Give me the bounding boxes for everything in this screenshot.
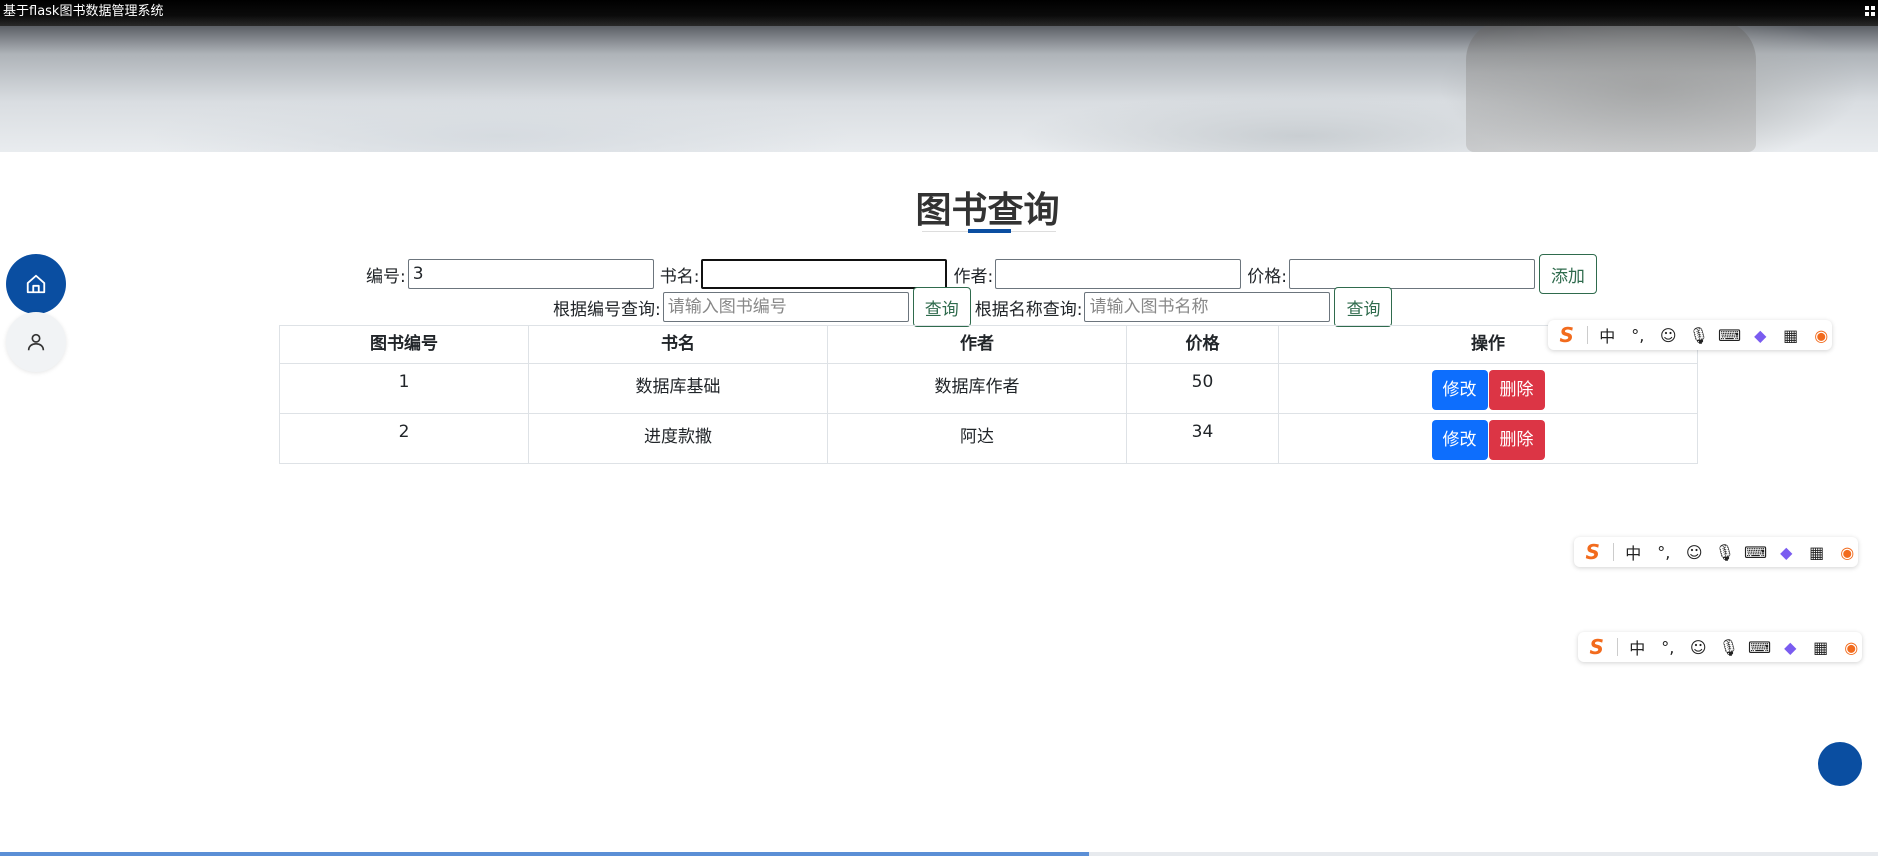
cell-name: 数据库基础 <box>528 363 828 414</box>
cell-actions: 修改 删除 <box>1278 413 1698 464</box>
search-name-button[interactable]: 查询 <box>1334 287 1393 327</box>
keyboard-icon[interactable]: ⌨ <box>1718 326 1741 345</box>
home-icon <box>26 274 46 294</box>
hero-figure-image <box>1466 26 1756 152</box>
page-viewport: 图书查询 编号: 书名: 作者: 价格: 添加 根据编号查询: 查询 根据名称查… <box>0 26 1878 856</box>
keyboard-icon[interactable]: ⌨ <box>1748 638 1771 657</box>
ime-toolbar[interactable]: S 中 °, ☺ 🎙 ⌨ ◆ ▦ ◉ <box>1548 320 1832 350</box>
window-titlebar: 基于flask图书数据管理系统 <box>0 0 1878 26</box>
header-id: 图书编号 <box>279 325 529 364</box>
header-name: 书名 <box>528 325 828 364</box>
ime-toolbar[interactable]: S 中 °, ☺ 🎙 ⌨ ◆ ▦ ◉ <box>1574 537 1858 567</box>
cell-author: 数据库作者 <box>827 363 1127 414</box>
user-button[interactable] <box>6 312 66 372</box>
delete-button[interactable]: 删除 <box>1488 420 1545 460</box>
search-form: 根据编号查询: 查询 根据名称查询: 查询 <box>553 287 1393 327</box>
table-header-row: 图书编号 书名 作者 价格 操作 <box>279 325 1698 364</box>
sogou-logo-icon: S <box>1589 635 1604 659</box>
ime-toolbar[interactable]: S 中 °, ☺ 🎙 ⌨ ◆ ▦ ◉ <box>1578 632 1862 662</box>
cell-id: 1 <box>279 363 529 414</box>
table-row: 2 进度款撒 阿达 34 修改 删除 <box>279 413 1698 464</box>
hero-banner <box>0 26 1878 152</box>
home-button[interactable] <box>6 254 66 314</box>
price-input[interactable] <box>1288 259 1535 289</box>
user-icon <box>27 333 45 351</box>
author-input[interactable] <box>995 259 1242 289</box>
window-title: 基于flask图书数据管理系统 <box>3 4 164 19</box>
header-price: 价格 <box>1126 325 1279 364</box>
mascot-icon[interactable]: ◉ <box>1836 543 1858 562</box>
keyboard-icon[interactable]: ⌨ <box>1744 543 1767 562</box>
search-name-input[interactable] <box>1084 292 1331 322</box>
add-button[interactable]: 添加 <box>1538 254 1597 294</box>
books-table: 图书编号 书名 作者 价格 操作 1 数据库基础 数据库作者 50 修改 删除 2… <box>279 325 1698 464</box>
cell-price: 34 <box>1126 413 1279 464</box>
mascot-icon[interactable]: ◉ <box>1840 638 1862 657</box>
mascot-icon[interactable]: ◉ <box>1810 326 1832 345</box>
delete-button[interactable]: 删除 <box>1488 370 1545 410</box>
table-row: 1 数据库基础 数据库作者 50 修改 删除 <box>279 363 1698 414</box>
add-book-form: 编号: 书名: 作者: 价格: 添加 <box>366 254 1597 294</box>
emoji-icon[interactable]: ☺ <box>1687 638 1709 657</box>
title-accent <box>968 229 1011 233</box>
cell-id: 2 <box>279 413 529 464</box>
cell-name: 进度款撒 <box>528 413 828 464</box>
sogou-logo-icon: S <box>1585 540 1600 564</box>
edit-button[interactable]: 修改 <box>1431 370 1488 410</box>
emoji-icon[interactable]: ☺ <box>1683 543 1705 562</box>
skin-icon[interactable]: ◆ <box>1775 543 1797 562</box>
microphone-icon[interactable]: 🎙 <box>1688 326 1710 345</box>
id-label: 编号: <box>366 266 406 287</box>
edit-button[interactable]: 修改 <box>1431 420 1488 460</box>
sogou-logo-icon: S <box>1559 323 1574 347</box>
cell-price: 50 <box>1126 363 1279 414</box>
ime-mode-toggle[interactable]: 中 <box>1626 635 1648 659</box>
grid-icon[interactable]: ▦ <box>1780 326 1802 345</box>
maximize-icon[interactable] <box>1865 6 1875 16</box>
author-label: 作者: <box>953 266 994 287</box>
microphone-icon[interactable]: 🎙 <box>1718 638 1740 657</box>
skin-icon[interactable]: ◆ <box>1749 326 1771 345</box>
search-id-button[interactable]: 查询 <box>912 287 971 327</box>
price-label: 价格: <box>1247 266 1287 287</box>
scroll-to-top-button[interactable] <box>1818 742 1862 786</box>
ime-mode-toggle[interactable]: 中 <box>1622 540 1644 564</box>
grid-icon[interactable]: ▦ <box>1810 638 1832 657</box>
page-title: 图书查询 <box>915 190 1060 231</box>
skin-icon[interactable]: ◆ <box>1779 638 1801 657</box>
ime-mode-toggle[interactable]: 中 <box>1596 323 1618 347</box>
search-id-input[interactable] <box>662 292 909 322</box>
ime-punct-toggle[interactable]: °, <box>1653 543 1675 562</box>
video-progress-fill <box>0 852 1090 856</box>
ime-punct-toggle[interactable]: °, <box>1627 326 1649 345</box>
search-by-id-label: 根据编号查询: <box>553 299 661 320</box>
ime-punct-toggle[interactable]: °, <box>1657 638 1679 657</box>
id-input[interactable] <box>407 259 654 289</box>
header-author: 作者 <box>827 325 1127 364</box>
grid-icon[interactable]: ▦ <box>1806 543 1828 562</box>
microphone-icon[interactable]: 🎙 <box>1714 543 1736 562</box>
cell-actions: 修改 删除 <box>1278 363 1698 414</box>
emoji-icon[interactable]: ☺ <box>1657 326 1679 345</box>
cell-author: 阿达 <box>827 413 1127 464</box>
video-progress-bar[interactable] <box>0 852 1878 856</box>
search-by-name-label: 根据名称查询: <box>974 299 1083 320</box>
name-input[interactable] <box>701 259 948 289</box>
name-label: 书名: <box>659 266 700 287</box>
